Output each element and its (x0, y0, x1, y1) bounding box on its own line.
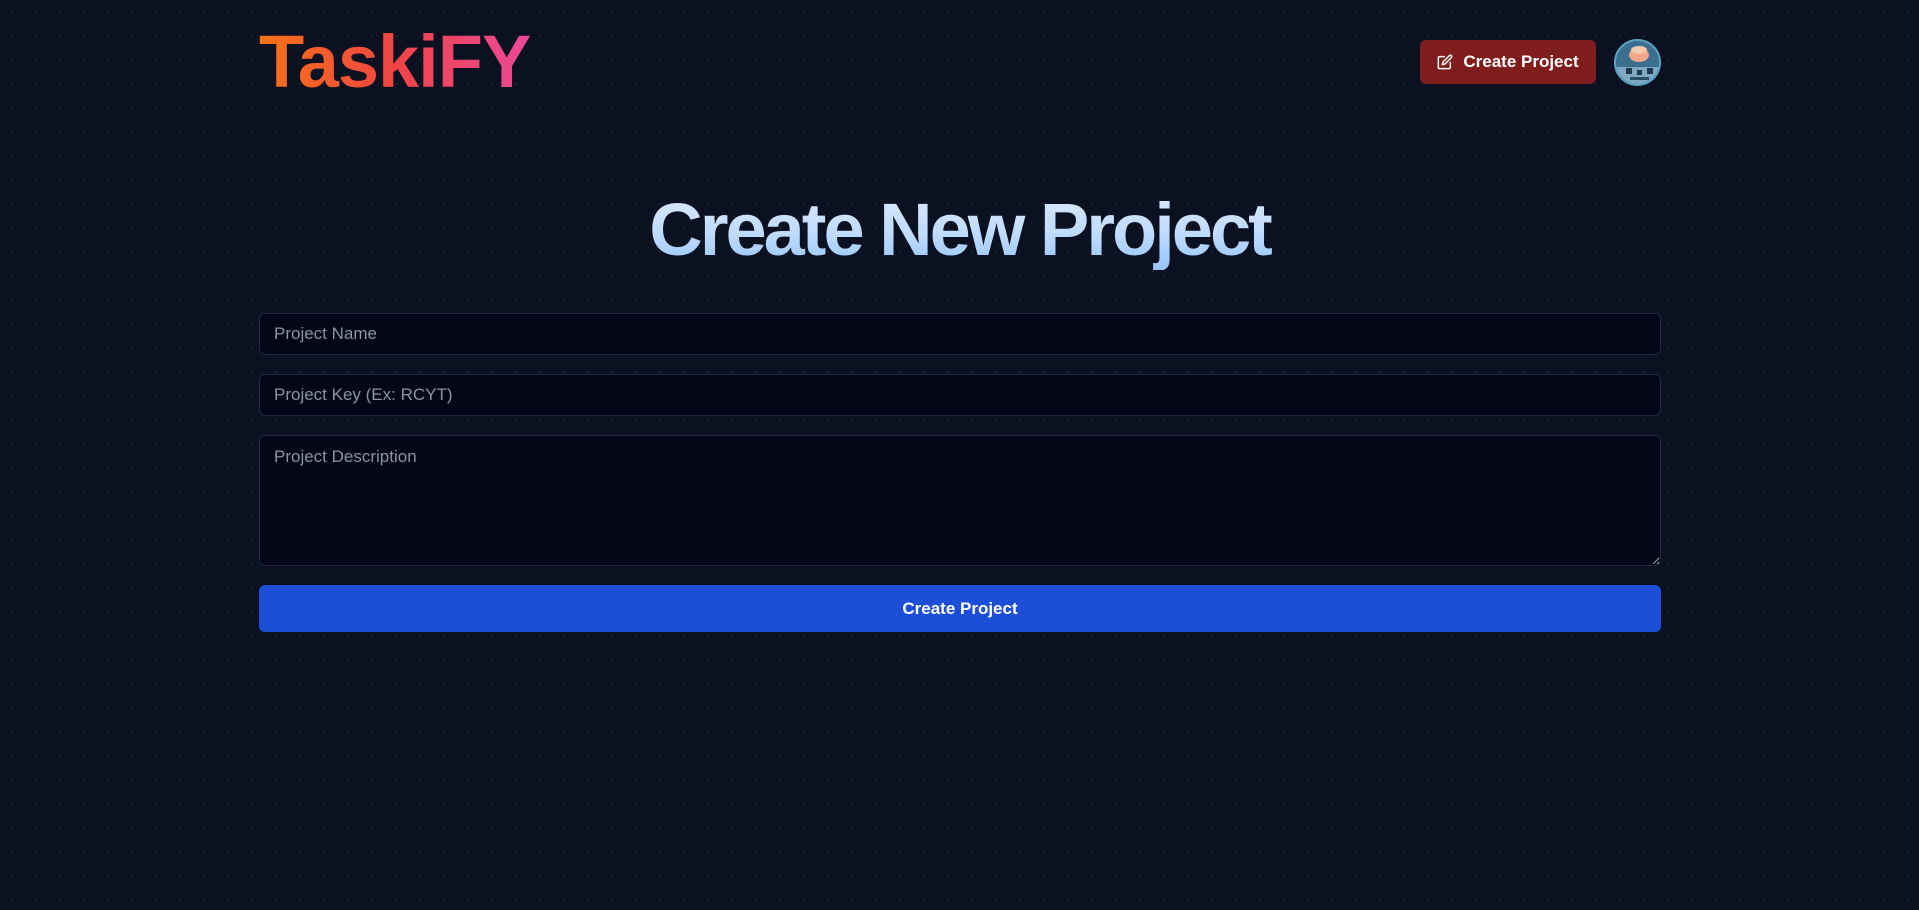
user-avatar-icon (1616, 41, 1659, 84)
header-create-project-button[interactable]: Create Project (1420, 40, 1596, 84)
app-logo[interactable]: TaskiFY (259, 24, 531, 100)
project-description-textarea[interactable] (259, 435, 1661, 566)
project-key-input[interactable] (259, 374, 1661, 416)
app-header: TaskiFY Create Project (259, 24, 1661, 100)
page-title: Create New Project (0, 190, 1919, 270)
create-project-submit-button[interactable]: Create Project (259, 585, 1661, 632)
project-name-input[interactable] (259, 313, 1661, 355)
header-create-project-label: Create Project (1463, 52, 1579, 71)
create-project-form: Create Project (259, 313, 1661, 632)
edit-icon (1437, 54, 1453, 70)
avatar[interactable] (1614, 39, 1661, 86)
